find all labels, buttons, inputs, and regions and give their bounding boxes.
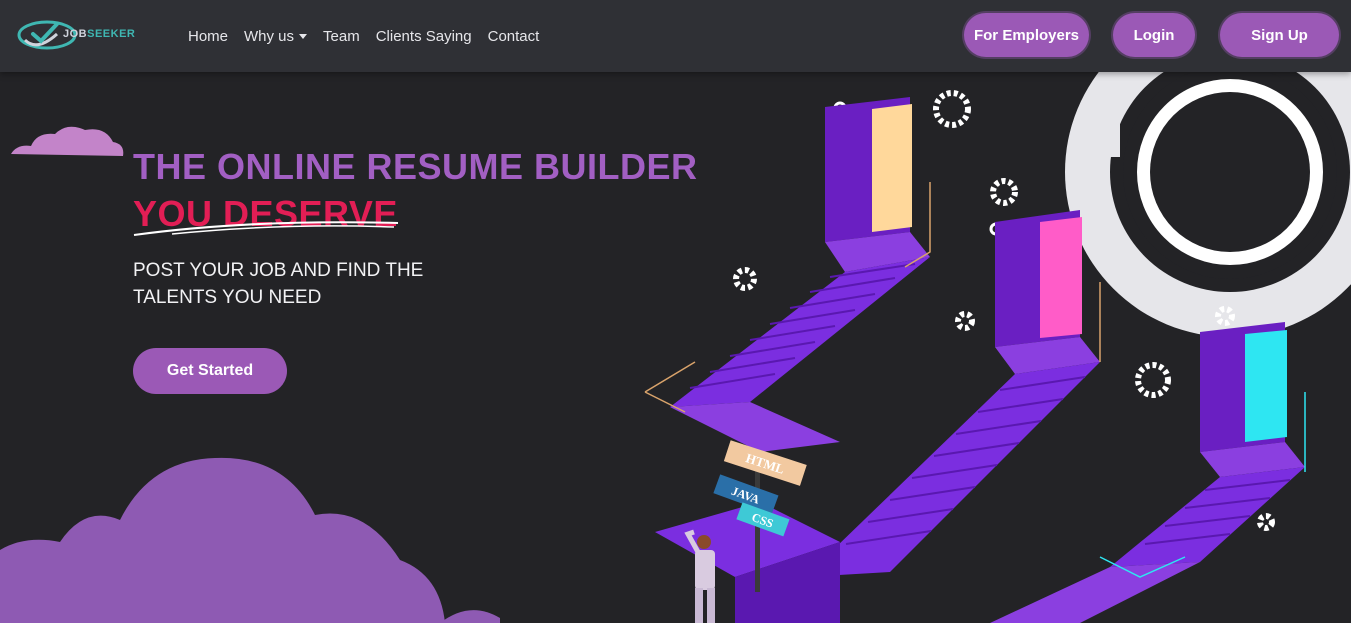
door-cyan [1245, 330, 1287, 442]
navbar: JOBSEEKER Home Why us Team Clients Sayin… [0, 0, 1351, 72]
large-gear-icon [1065, 72, 1351, 337]
login-button[interactable]: Login [1113, 13, 1195, 57]
cloud-decoration-top [11, 126, 124, 156]
brand-wordmark-b: SEEKER [87, 28, 136, 40]
gear-icon [990, 178, 1018, 206]
door-pink [1040, 217, 1082, 338]
gear-icon [1135, 362, 1171, 398]
nav-why-us-label: Why us [244, 27, 295, 45]
nav-why-us[interactable]: Why us [244, 27, 308, 45]
hero-subtitle: POST YOUR JOB AND FIND THE TALENTS YOU N… [133, 257, 493, 311]
brand-wordmark-a: JOB [63, 28, 88, 40]
brand-wordmark: JOBSEEKER [63, 28, 135, 40]
staircase-1 [670, 97, 930, 452]
nav-links: Home Why us Team Clients Saying Contact [188, 0, 539, 72]
nav-clients-saying[interactable]: Clients Saying [376, 28, 472, 45]
nav-team[interactable]: Team [323, 28, 360, 45]
nav-contact[interactable]: Contact [488, 28, 540, 45]
for-employers-button[interactable]: For Employers [964, 13, 1089, 57]
gear-icon [955, 311, 975, 331]
career-stairs-illustration: HTML JAVA CSS [644, 72, 1351, 623]
door-yellow [872, 104, 912, 232]
get-started-button[interactable]: Get Started [133, 348, 287, 394]
nav-home[interactable]: Home [188, 28, 228, 45]
title-underline [133, 221, 399, 236]
hero-subtitle-line1: POST YOUR JOB AND FIND THE [133, 260, 424, 281]
gear-icon [733, 267, 757, 291]
chevron-down-icon [299, 33, 308, 39]
cloud-decoration-bottom [0, 457, 500, 623]
sign-up-button[interactable]: Sign Up [1220, 13, 1339, 57]
hero-subtitle-line2: TALENTS YOU NEED [133, 287, 322, 308]
hero-title: THE ONLINE RESUME BUILDER [133, 146, 698, 187]
gear-icon [933, 90, 971, 128]
brand-logo[interactable]: JOBSEEKER [17, 14, 162, 56]
gear-icon [1257, 513, 1275, 531]
